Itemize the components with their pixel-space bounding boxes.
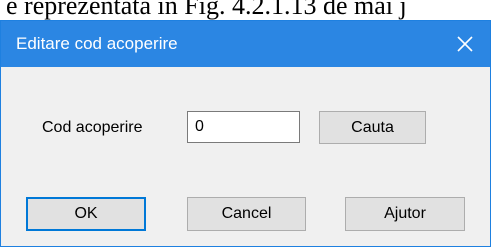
dialog-title: Editare cod acoperire	[16, 34, 178, 53]
help-button[interactable]: Ajutor	[345, 197, 465, 231]
edit-cover-code-dialog: Editare cod acoperire Cod acoperire Caut…	[0, 20, 491, 247]
dialog-titlebar[interactable]: Editare cod acoperire	[1, 21, 490, 67]
page: e reprezentată în Fig. 4.2.1.13 de mai j…	[0, 0, 491, 247]
cover-code-input[interactable]	[187, 111, 300, 143]
background-document-text: e reprezentată în Fig. 4.2.1.13 de mai j	[6, 0, 407, 20]
cover-code-label: Cod acoperire	[42, 119, 143, 136]
cover-code-row: Cod acoperire Cauta	[1, 111, 490, 145]
close-button[interactable]	[450, 29, 480, 59]
cancel-button[interactable]: Cancel	[187, 197, 306, 231]
close-icon	[457, 36, 473, 52]
search-button[interactable]: Cauta	[319, 111, 426, 144]
ok-button[interactable]: OK	[26, 197, 146, 231]
